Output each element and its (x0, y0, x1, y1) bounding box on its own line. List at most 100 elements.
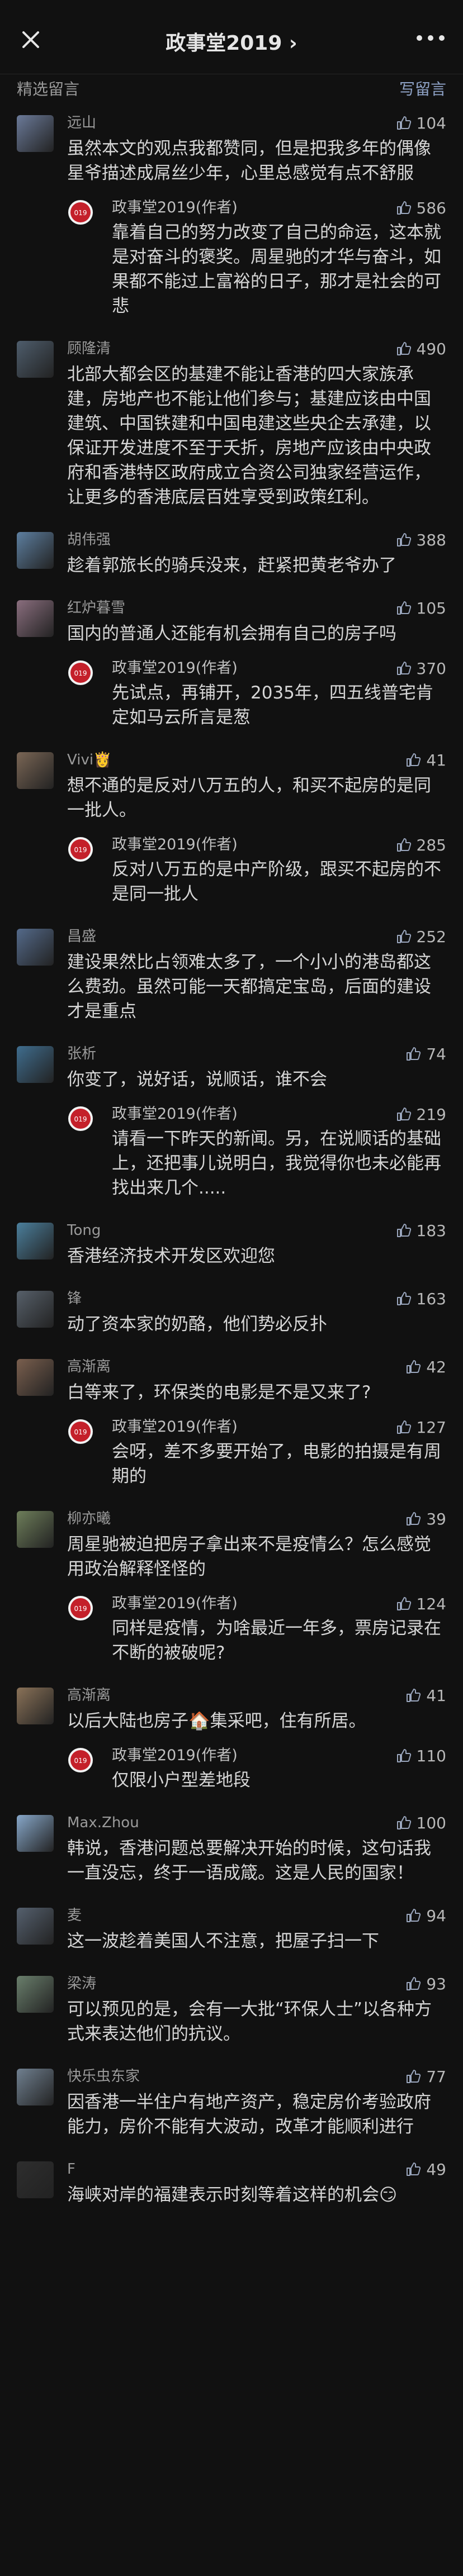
like-button[interactable]: 252 (395, 925, 446, 948)
like-button[interactable]: 388 (395, 529, 446, 551)
comment-item: 快乐虫东家 77 因香港一半住户有地产资产，稳定房价考验政府能力，房价不能有大波动，… (0, 2065, 463, 2158)
avatar[interactable] (17, 2161, 54, 2198)
like-icon[interactable] (395, 1595, 412, 1612)
avatar[interactable] (17, 115, 54, 152)
like-button[interactable]: 41 (405, 749, 446, 771)
comment-text: 以后大陆也房子🏠集采吧，住有所居。 (67, 1711, 366, 1731)
author-reply: 019 政事堂2019(作者) 127 会呀，差不多要开始了，电影的拍摄是有周期的 (67, 1416, 446, 1489)
like-button[interactable]: 285 (395, 834, 446, 856)
like-icon[interactable] (405, 1510, 422, 1527)
avatar[interactable] (17, 532, 54, 569)
like-button[interactable]: 110 (395, 1745, 446, 1767)
commenter-name: 梁涛 (67, 1975, 97, 1992)
comment-text: 白等来了，环保类的电影是不是又来了? (67, 1382, 371, 1403)
reply-text: 同样是疫情，为啥最近一年多，票房记录在不断的被破呢? (112, 1618, 441, 1663)
page-title[interactable]: 政事堂2019 › (0, 27, 463, 56)
comment-text: 这一波趁着美国人不注意，把屋子扫一下 (67, 1931, 379, 1951)
like-button[interactable]: 74 (405, 1043, 446, 1065)
avatar[interactable] (17, 929, 54, 966)
avatar[interactable] (17, 341, 54, 378)
like-count: 163 (416, 1289, 446, 1308)
avatar[interactable] (17, 752, 54, 789)
like-button[interactable]: 105 (395, 597, 446, 619)
like-icon[interactable] (395, 199, 412, 216)
like-icon[interactable] (395, 837, 412, 853)
like-count: 586 (416, 198, 446, 217)
more-options-icon[interactable] (415, 32, 446, 44)
like-icon[interactable] (395, 1747, 412, 1764)
comment-text: 建设果然比占领难太多了，一个小小的港岛都这么费劲。虽然可能一天都搞定宝岛，后面的… (67, 952, 431, 1021)
like-icon[interactable] (405, 1907, 422, 1924)
like-button[interactable]: 49 (405, 2158, 446, 2180)
avatar[interactable] (17, 1815, 54, 1852)
like-button[interactable]: 41 (405, 1684, 446, 1707)
like-button[interactable]: 100 (395, 1812, 446, 1834)
comment-text: 虽然本文的观点我都赞同，但是把我多年的偶像星爷描述成屌丝少年，心里总感觉有点不舒… (67, 139, 431, 183)
comment-text: 你变了，说好话，说顺话，谁不会 (67, 1070, 327, 1090)
like-count: 41 (426, 750, 446, 769)
like-icon[interactable] (395, 1106, 412, 1123)
avatar[interactable] (17, 1688, 54, 1724)
like-button[interactable]: 219 (395, 1103, 446, 1125)
author-logo-icon: 019 (68, 1419, 93, 1444)
like-count: 104 (416, 113, 446, 132)
like-icon[interactable] (405, 752, 422, 768)
like-button[interactable]: 77 (405, 2065, 446, 2088)
write-comment-link[interactable]: 写留言 (399, 77, 446, 99)
like-button[interactable]: 94 (405, 1904, 446, 1927)
like-button[interactable]: 127 (395, 1416, 446, 1438)
like-icon[interactable] (395, 600, 412, 616)
like-button[interactable]: 42 (405, 1356, 446, 1378)
like-count: 49 (426, 2160, 446, 2179)
commenter-name: 昌盛 (67, 928, 97, 945)
like-icon[interactable] (405, 2068, 422, 2085)
avatar[interactable] (17, 1359, 54, 1396)
svg-text:019: 019 (74, 1115, 87, 1123)
like-icon[interactable] (395, 928, 412, 945)
like-icon[interactable] (405, 1975, 422, 1992)
avatar[interactable] (17, 1291, 54, 1328)
avatar[interactable] (17, 1223, 54, 1260)
like-button[interactable]: 104 (395, 112, 446, 134)
like-icon[interactable] (395, 531, 412, 548)
avatar[interactable] (17, 1046, 54, 1083)
like-icon[interactable] (395, 1222, 412, 1239)
like-count: 41 (426, 1686, 446, 1705)
like-button[interactable]: 586 (395, 197, 446, 219)
like-icon[interactable] (405, 2161, 422, 2178)
like-button[interactable]: 163 (395, 1287, 446, 1310)
like-icon[interactable] (395, 1419, 412, 1436)
like-icon[interactable] (405, 1358, 422, 1375)
avatar[interactable] (17, 1908, 54, 1945)
avatar[interactable] (17, 1976, 54, 2013)
like-icon[interactable] (395, 1814, 412, 1831)
svg-text:019: 019 (74, 669, 87, 677)
like-button[interactable]: 124 (395, 1593, 446, 1615)
reply-text: 靠着自己的努力改变了自己的命运，这本就是对奋斗的褒奖。周星驰的才华与奋斗，如果都… (112, 222, 441, 316)
author-logo-icon: 019 (68, 1596, 93, 1620)
like-button[interactable]: 370 (395, 657, 446, 679)
like-icon[interactable] (395, 660, 412, 677)
avatar[interactable] (17, 600, 54, 637)
like-icon[interactable] (405, 1687, 422, 1704)
like-icon[interactable] (405, 1045, 422, 1062)
comment-item: 高渐离 41 以后大陆也房子🏠集采吧，住有所居。 019 政事堂2019(作者) 110 仅… (0, 1684, 463, 1812)
like-button[interactable]: 39 (405, 1508, 446, 1530)
like-icon[interactable] (395, 1290, 412, 1307)
comment-text: 因香港一半住户有地产资产，稳定房价考验政府能力，房价不能有大波动，改革才能顺利进… (67, 2092, 431, 2137)
avatar[interactable] (17, 2069, 54, 2106)
commenter-name: Max.Zhou (67, 1814, 139, 1831)
avatar[interactable] (17, 1511, 54, 1548)
author-reply: 019 政事堂2019(作者) 124 同样是疫情，为啥最近一年多，票房记录在不断的被… (67, 1593, 446, 1665)
like-count: 285 (416, 835, 446, 854)
reply-author-name: 政事堂2019(作者) (112, 1747, 238, 1764)
like-button[interactable]: 490 (395, 338, 446, 360)
like-icon[interactable] (395, 115, 412, 131)
like-button[interactable]: 183 (395, 1219, 446, 1242)
comment-text: 韩说，香港问题总要解决开始的时候，这句话我一直没忘，终于一语成箴。这是人民的国家… (67, 1838, 431, 1883)
like-icon[interactable] (395, 340, 412, 357)
commenter-name: Tong (67, 1222, 101, 1239)
author-reply: 019 政事堂2019(作者) 110 仅限小户型差地段 (67, 1745, 446, 1793)
commenter-name: 柳亦曦 (67, 1510, 111, 1527)
like-button[interactable]: 93 (405, 1973, 446, 1995)
